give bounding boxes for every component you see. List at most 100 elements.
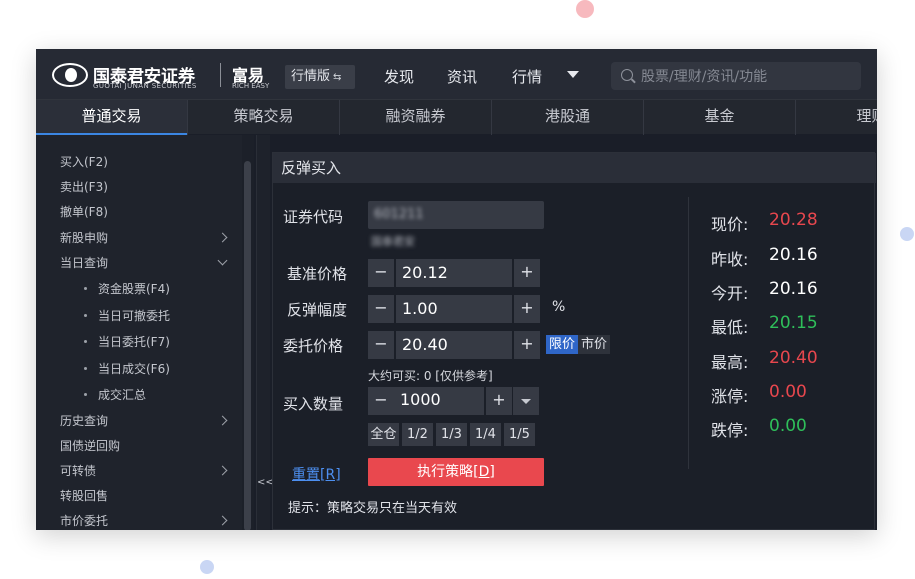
qty-plus-button[interactable]: + (486, 387, 512, 415)
chevron-down-icon[interactable] (217, 255, 228, 266)
limit-price-option[interactable]: 限价 (546, 335, 579, 354)
order-price-label: 委托价格 (283, 337, 344, 355)
sidebar-sub-cancelable[interactable]: 当日可撤委托 (98, 307, 170, 324)
quote-value-limit-up: 0.00 (769, 382, 807, 402)
rebound-buy-panel: 反弹买入 证券代码 601211 国泰君安 基准价格 − 20.12 + 反弹幅… (272, 152, 876, 530)
quote-label-limit-down: 跌停: (711, 421, 749, 440)
sidebar-item-convertible[interactable]: 可转债 (60, 462, 96, 479)
quote-label-limit-up: 涨停: (711, 387, 749, 406)
sidebar-scroll-thumb[interactable] (244, 161, 251, 530)
price-type-toggle: 限价 市价 (546, 335, 611, 354)
order-price-input[interactable]: 20.40 (396, 331, 512, 359)
quote-value-high: 20.40 (769, 348, 818, 368)
sidebar: 买入(F2) 卖出(F3) 撤单(F8) 新股申购 当日查询 资金股票(F4) … (36, 135, 242, 530)
sidebar-collapse-strip (256, 135, 270, 530)
quote-label-prev-close: 昨收: (711, 250, 749, 269)
guotai-logo-icon (52, 63, 88, 87)
rebound-minus-button[interactable]: − (368, 295, 394, 323)
chevron-right-icon[interactable] (217, 465, 228, 476)
chevron-right-icon[interactable] (217, 515, 228, 526)
panel-title: 反弹买入 (273, 153, 876, 183)
quote-value-prev-close: 20.16 (769, 245, 818, 265)
base-price-plus-button[interactable]: + (514, 259, 540, 287)
sidebar-sub-funds-stocks[interactable]: 资金股票(F4) (98, 280, 170, 297)
tab-wealth[interactable]: 理财 (796, 100, 877, 135)
sidebar-sub-today-orders[interactable]: 当日委托(F7) (98, 333, 170, 350)
sidebar-item-repo[interactable]: 国债逆回购 (60, 437, 120, 454)
version-switch-button[interactable]: 行情版 ⇆ (285, 65, 355, 89)
bullet-icon (84, 287, 87, 290)
sidebar-item-today-query[interactable]: 当日查询 (60, 254, 108, 271)
security-code-value: 601211 (374, 207, 424, 222)
quote-label-high: 最高: (711, 353, 749, 372)
nav-market[interactable]: 行情 (512, 66, 542, 87)
ratio-third-button[interactable]: 1/3 (436, 423, 467, 446)
buy-qty-input[interactable]: 1000 (394, 387, 484, 415)
security-name: 国泰君安 (371, 235, 415, 248)
base-price-input[interactable]: 20.12 (396, 259, 512, 287)
logo-subtext: GUOTAI JUNAN SECURITIES (93, 82, 197, 90)
nav-discover[interactable]: 发现 (384, 66, 414, 87)
sidebar-item-sell[interactable]: 卖出(F3) (60, 178, 108, 195)
bullet-icon (84, 367, 87, 370)
sidebar-item-ipo[interactable]: 新股申购 (60, 229, 108, 246)
main-tabs: 普通交易 策略交易 融资融券 港股通 基金 理财 (36, 99, 877, 135)
tab-hk-connect[interactable]: 港股通 (492, 100, 644, 135)
bullet-icon (84, 393, 87, 396)
ratio-half-button[interactable]: 1/2 (402, 423, 433, 446)
tab-fund[interactable]: 基金 (644, 100, 796, 135)
order-price-minus-button[interactable]: − (368, 331, 394, 359)
sidebar-item-conversion[interactable]: 转股回售 (60, 487, 108, 504)
ratio-full-button[interactable]: 全仓 (368, 423, 399, 446)
quote-value-open: 20.16 (769, 279, 818, 299)
qty-minus-button[interactable]: − (368, 387, 394, 415)
execute-strategy-button[interactable]: 执行策略[D] (368, 458, 544, 486)
rebound-input[interactable]: 1.00 (396, 295, 512, 323)
reset-label: 重置 (292, 467, 320, 483)
quote-label-low: 最低: (711, 318, 749, 337)
security-code-input[interactable]: 601211 (368, 201, 544, 229)
search-input[interactable]: 股票/理财/资讯/功能 (641, 66, 767, 86)
version-label: 行情版 (291, 69, 331, 84)
order-price-plus-button[interactable]: + (514, 331, 540, 359)
qty-dropdown-button[interactable] (513, 387, 539, 415)
sidebar-item-market-order[interactable]: 市价委托 (60, 512, 108, 529)
ratio-quarter-button[interactable]: 1/4 (470, 423, 501, 446)
code-label: 证券代码 (283, 208, 344, 226)
ratio-fifth-button[interactable]: 1/5 (504, 423, 535, 446)
base-price-label: 基准价格 (287, 265, 348, 283)
buy-qty-label: 买入数量 (283, 395, 344, 413)
reset-button[interactable]: 重置[R] (292, 464, 341, 484)
logo-divider (220, 63, 221, 87)
nav-news[interactable]: 资讯 (447, 66, 477, 87)
tab-strategy-trading[interactable]: 策略交易 (188, 100, 340, 135)
panel-divider (688, 197, 689, 469)
search-icon (621, 69, 633, 81)
base-price-minus-button[interactable]: − (368, 259, 394, 287)
chevron-right-icon[interactable] (217, 415, 228, 426)
sidebar-item-cancel[interactable]: 撤单(F8) (60, 203, 108, 220)
sidebar-sub-today-trades[interactable]: 当日成交(F6) (98, 360, 170, 377)
top-bar: 国泰君安证券 GUOTAI JUNAN SECURITIES 富易 RICH E… (36, 49, 877, 99)
brand-subtext: RICH EASY (232, 82, 270, 90)
rebound-label: 反弹幅度 (287, 301, 348, 319)
sidebar-item-buy[interactable]: 买入(F2) (60, 153, 108, 170)
quote-value-limit-down: 0.00 (769, 416, 807, 436)
available-buy-text: 大约可买: 0 [仅供参考] (368, 369, 493, 383)
bullet-icon (84, 340, 87, 343)
caret-down-icon[interactable] (567, 71, 579, 78)
tab-margin-trading[interactable]: 融资融券 (340, 100, 492, 135)
quote-label-open: 今开: (711, 284, 749, 303)
reset-shortcut: [R] (320, 467, 341, 483)
tab-normal-trading[interactable]: 普通交易 (36, 100, 188, 135)
search-box[interactable]: 股票/理财/资讯/功能 (611, 62, 861, 90)
market-price-option[interactable]: 市价 (578, 335, 610, 354)
decor-dot-blue (900, 227, 914, 241)
sidebar-item-history[interactable]: 历史查询 (60, 412, 108, 429)
chevron-right-icon[interactable] (217, 232, 228, 243)
rebound-plus-button[interactable]: + (514, 295, 540, 323)
execute-shortcut: [D] (473, 464, 495, 480)
quote-value-current: 20.28 (769, 210, 818, 230)
sidebar-sub-trade-summary[interactable]: 成交汇总 (98, 386, 146, 403)
swap-icon: ⇆ (333, 72, 342, 83)
